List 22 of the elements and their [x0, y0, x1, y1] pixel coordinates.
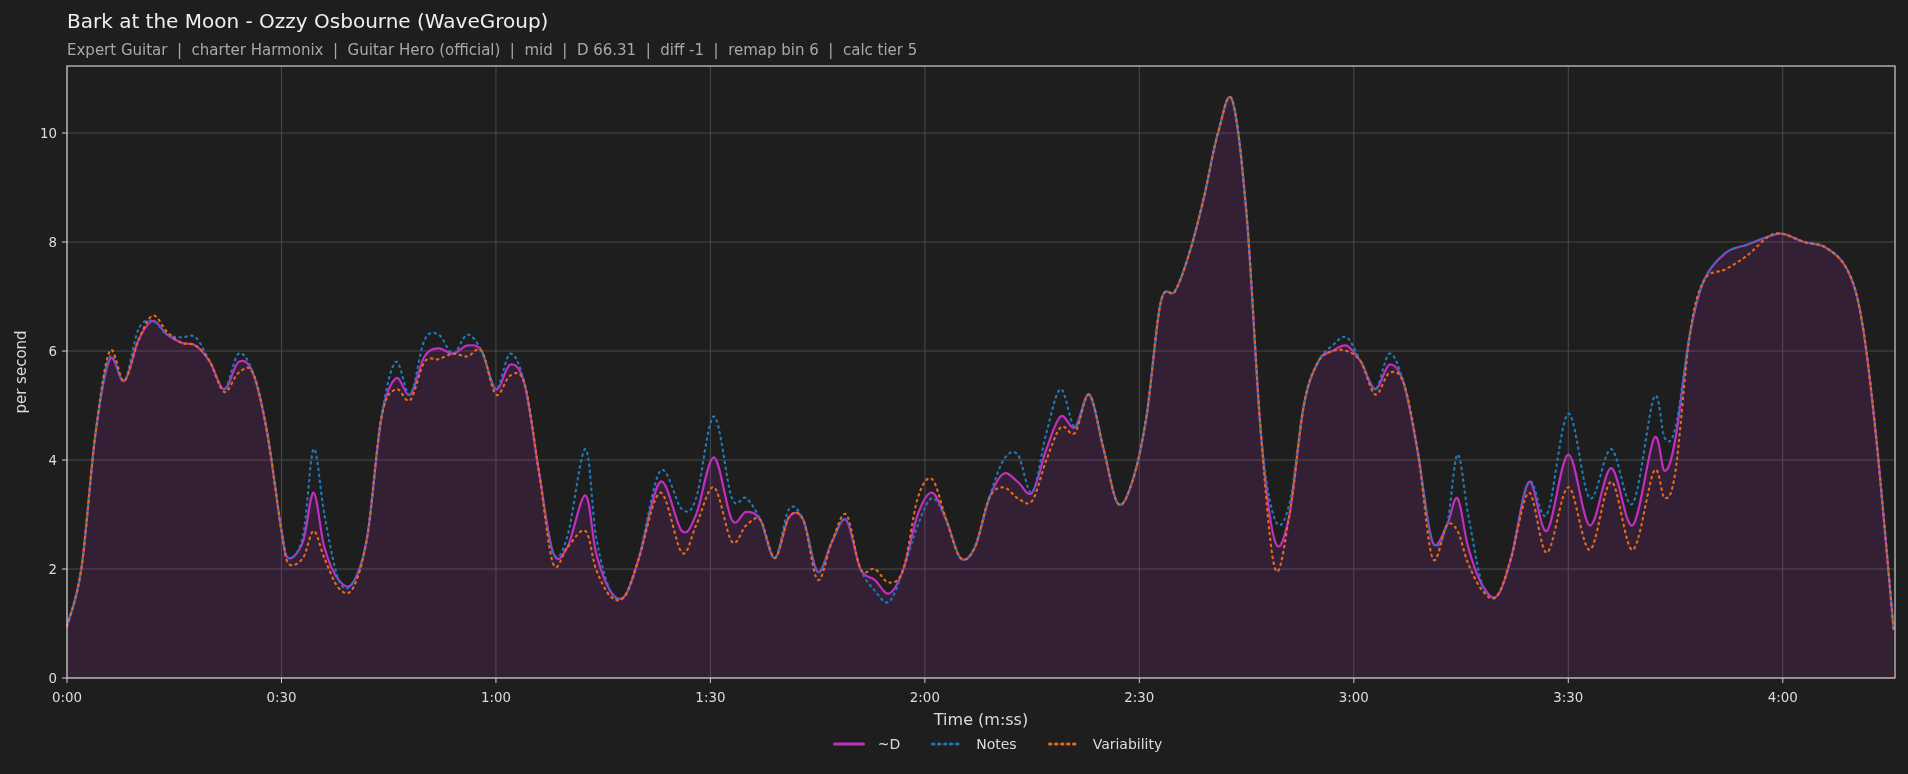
x-tick-label: 3:00: [1338, 690, 1369, 705]
legend-label: ~D: [876, 735, 902, 752]
y-axis-label: per second: [12, 330, 30, 414]
legend-label: Variability: [1091, 735, 1164, 752]
y-tick-label: 8: [48, 235, 57, 250]
x-tick-label: 2:30: [1124, 690, 1155, 705]
y-tick-label: 4: [48, 453, 57, 468]
x-tick-label: 3:30: [1553, 690, 1584, 705]
x-tick-label: 2:00: [909, 690, 940, 705]
legend-label: Notes: [975, 735, 1018, 752]
y-tick-label: 0: [48, 671, 57, 686]
x-tick-label: 4:00: [1767, 690, 1798, 705]
y-tick-label: 10: [39, 126, 57, 142]
chart-subtitle: Expert Guitar | charter Harmonix | Guitar Hero (official) | mid | D 66.31 | diff -1 | remap bin 6 | calc tier 5: [67, 40, 919, 60]
x-axis-label: Time (m:ss): [933, 710, 1029, 729]
x-tick-label: 1:00: [480, 690, 511, 705]
x-tick-label: 1:30: [695, 690, 726, 705]
chart-title: Bark at the Moon - Ozzy Osbourne (WaveGroup): [67, 8, 550, 34]
y-tick-label: 6: [48, 344, 57, 359]
x-tick-label: 0:30: [266, 690, 297, 705]
y-tick-label: 2: [48, 562, 57, 577]
x-tick-label: 0:00: [51, 690, 83, 705]
